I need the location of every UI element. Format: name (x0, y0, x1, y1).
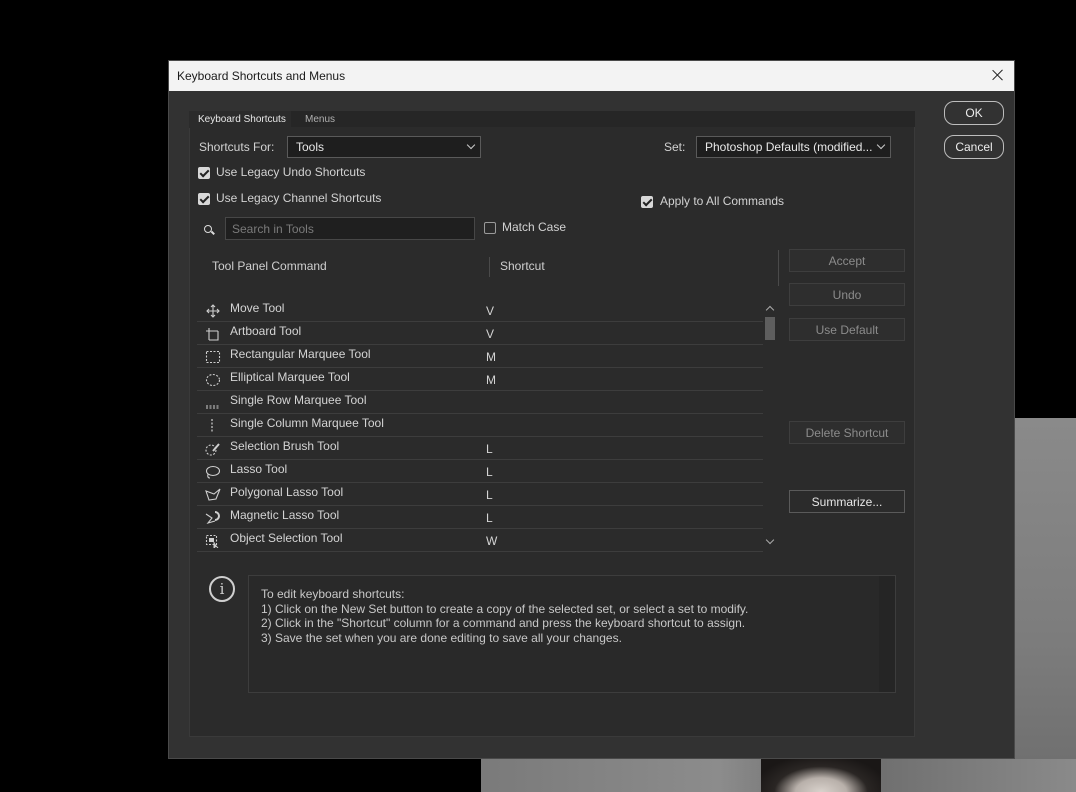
table-row[interactable]: Polygonal Lasso Tool L (197, 483, 763, 506)
selection-brush-icon (205, 443, 220, 456)
accept-button[interactable]: Accept (789, 249, 905, 272)
background-photo-bottom (481, 759, 1076, 792)
command-name: Lasso Tool (230, 462, 288, 476)
dialog-title: Keyboard Shortcuts and Menus (177, 69, 346, 83)
match-case-checkbox[interactable] (484, 222, 496, 234)
scrollbar-thumb[interactable] (765, 317, 775, 340)
delete-shortcut-button[interactable]: Delete Shortcut (789, 421, 905, 444)
shortcuts-for-label: Shortcuts For: (199, 140, 275, 154)
shortcuts-for-select[interactable]: Tools (287, 136, 481, 158)
apply-all-label: Apply to All Commands (660, 194, 785, 208)
background-photo (1015, 418, 1076, 792)
command-name: Single Column Marquee Tool (230, 416, 384, 430)
table-row[interactable]: Single Row Marquee Tool (197, 391, 763, 414)
shortcut-key[interactable]: L (486, 488, 493, 502)
shortcut-key[interactable]: M (486, 350, 496, 364)
info-text-box: To edit keyboard shortcuts: 1) Click on … (248, 575, 896, 693)
info-line: 3) Save the set when you are done editin… (261, 630, 622, 645)
close-icon[interactable] (990, 67, 1006, 83)
table-row[interactable]: Rectangular Marquee Tool M (197, 345, 763, 368)
shortcut-key[interactable]: L (486, 465, 493, 479)
tab-keyboard-shortcuts[interactable]: Keyboard Shortcuts (189, 111, 291, 128)
shortcut-key[interactable]: V (486, 327, 494, 341)
command-name: Object Selection Tool (230, 531, 343, 545)
legacy-channel-checkbox[interactable] (198, 193, 210, 205)
table-scrollbar[interactable] (763, 299, 777, 551)
chevron-down-icon (466, 140, 476, 150)
scroll-up-icon[interactable] (765, 305, 775, 315)
chevron-down-icon (876, 140, 886, 150)
keyboard-shortcuts-dialog: Keyboard Shortcuts and Menus Keyboard Sh… (168, 60, 1015, 759)
command-name: Single Row Marquee Tool (230, 393, 367, 407)
ellipse-marquee-icon (205, 373, 221, 387)
table-row[interactable]: Magnetic Lasso Tool L (197, 506, 763, 529)
shortcut-key[interactable]: M (486, 373, 496, 387)
object-selection-icon (205, 534, 219, 548)
search-input[interactable]: Search in Tools (225, 217, 475, 240)
legacy-undo-checkbox[interactable] (198, 167, 210, 179)
ok-button[interactable]: OK (944, 101, 1004, 125)
artboard-icon (206, 328, 219, 341)
info-scrollbar[interactable] (879, 576, 895, 692)
command-name: Magnetic Lasso Tool (230, 508, 340, 522)
shortcut-key[interactable]: L (486, 511, 493, 525)
single-row-icon (206, 405, 220, 409)
magnetic-lasso-icon (205, 511, 220, 525)
legacy-undo-label: Use Legacy Undo Shortcuts (216, 165, 366, 179)
summarize-button[interactable]: Summarize... (789, 490, 905, 513)
table-row[interactable]: Selection Brush Tool L (197, 437, 763, 460)
shortcut-key[interactable]: L (486, 442, 493, 456)
table-row[interactable]: Elliptical Marquee Tool M (197, 368, 763, 391)
shortcut-key[interactable]: W (486, 534, 497, 548)
column-divider[interactable] (489, 257, 490, 277)
table-row[interactable]: Single Column Marquee Tool (197, 414, 763, 437)
single-column-icon (211, 419, 213, 433)
info-line: 1) Click on the New Set button to create… (261, 601, 749, 616)
shortcut-key[interactable]: V (486, 304, 494, 318)
command-name: Polygonal Lasso Tool (230, 485, 344, 499)
command-name: Elliptical Marquee Tool (230, 370, 350, 384)
command-name: Rectangular Marquee Tool (230, 347, 371, 361)
match-case-label: Match Case (502, 220, 567, 234)
lasso-icon (205, 465, 221, 479)
search-icon (204, 225, 212, 233)
header-divider (778, 250, 779, 286)
column-header-shortcut[interactable]: Shortcut (500, 259, 545, 273)
info-icon: i (209, 576, 235, 602)
move-icon (206, 304, 220, 318)
cancel-button[interactable]: Cancel (944, 135, 1004, 159)
polygonal-lasso-icon (205, 488, 221, 501)
table-row[interactable]: Move Tool V (197, 299, 763, 322)
tab-menus[interactable]: Menus (305, 114, 335, 125)
command-name: Artboard Tool (230, 324, 302, 338)
info-line: To edit keyboard shortcuts: (261, 587, 405, 601)
title-bar: Keyboard Shortcuts and Menus (169, 61, 1014, 91)
info-line: 2) Click in the "Shortcut" column for a … (261, 616, 746, 630)
set-value: Photoshop Defaults (modified... (705, 140, 873, 154)
table-row[interactable]: Lasso Tool L (197, 460, 763, 483)
undo-button[interactable]: Undo (789, 283, 905, 306)
photo-subject (761, 759, 881, 792)
set-select[interactable]: Photoshop Defaults (modified... (696, 136, 891, 158)
apply-all-checkbox[interactable] (641, 196, 653, 208)
set-label: Set: (664, 140, 686, 154)
shortcuts-for-value: Tools (296, 140, 325, 154)
legacy-channel-label: Use Legacy Channel Shortcuts (216, 191, 382, 205)
rect-marquee-icon (205, 350, 221, 364)
tab-strip (189, 111, 915, 127)
command-name: Selection Brush Tool (230, 439, 340, 453)
command-name: Move Tool (230, 301, 285, 315)
column-header-command[interactable]: Tool Panel Command (212, 259, 327, 273)
table-row[interactable]: Artboard Tool V (197, 322, 763, 345)
scroll-down-icon[interactable] (765, 535, 775, 545)
use-default-button[interactable]: Use Default (789, 318, 905, 341)
shortcuts-table: Move Tool V Artboard Tool V Rectangular … (197, 299, 763, 552)
table-row[interactable]: Object Selection Tool W (197, 529, 763, 552)
